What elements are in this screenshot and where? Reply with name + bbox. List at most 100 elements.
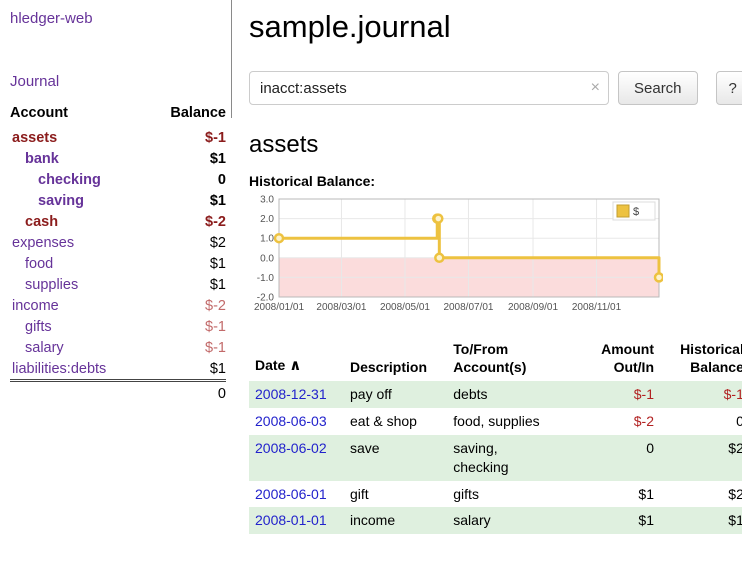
nav-journal-link[interactable]: Journal <box>10 73 226 90</box>
transaction-description: save <box>344 435 447 481</box>
account-row: salary $-1 <box>10 337 226 358</box>
x-tick-label: 2008/09/01 <box>508 302 558 313</box>
y-tick-label: 2.0 <box>260 214 274 225</box>
x-tick-label: 2008/11/01 <box>572 302 622 313</box>
main-content: sample.journal × Search ? assets Histori… <box>232 0 742 582</box>
account-row: expenses $2 <box>10 232 226 253</box>
accounts-header-row: Account Balance <box>10 102 226 127</box>
transaction-balance: $-1 <box>660 381 742 408</box>
col-date-sort[interactable]: Date ∧ <box>249 338 344 381</box>
accounts-col-balance: Balance <box>147 102 226 127</box>
account-link[interactable]: cash <box>25 214 58 230</box>
col-description: Description <box>344 338 447 381</box>
transaction-description: gift <box>344 481 447 508</box>
account-link[interactable]: bank <box>25 151 59 167</box>
account-balance: $-1 <box>147 337 226 358</box>
account-link[interactable]: gifts <box>25 319 52 335</box>
account-link[interactable]: expenses <box>12 235 74 251</box>
sidebar-divider <box>231 0 232 118</box>
transaction-amount: $-1 <box>579 381 660 408</box>
search-form: × Search ? <box>249 71 742 105</box>
transaction-amount: 0 <box>579 435 660 481</box>
account-row: checking0 <box>10 169 226 190</box>
col-date-label: Date <box>255 357 285 373</box>
legend-swatch <box>617 205 629 217</box>
accounts-col-account: Account <box>10 102 147 127</box>
accounts-total-spacer <box>10 381 147 405</box>
transaction-date-link[interactable]: 2008-01-01 <box>255 512 327 528</box>
legend-label: $ <box>633 206 639 218</box>
account-row: food $1 <box>10 253 226 274</box>
transaction-row: 2008-06-01giftgifts$1$2 <box>249 481 742 508</box>
col-accounts: To/From Account(s) <box>447 338 579 381</box>
x-tick-label: 2008/07/01 <box>443 302 493 313</box>
account-row: bank $1 <box>10 148 226 169</box>
account-link[interactable]: food <box>25 256 53 272</box>
search-input[interactable] <box>249 71 609 105</box>
chart-title: Historical Balance: <box>249 173 742 189</box>
transaction-date-link[interactable]: 2008-06-01 <box>255 486 327 502</box>
account-link[interactable]: assets <box>12 130 57 146</box>
page-title: sample.journal <box>249 9 742 45</box>
account-balance: $1 <box>147 358 226 381</box>
account-balance: $1 <box>147 148 226 169</box>
transaction-row: 2008-06-02 savesaving, checking0$2 <box>249 435 742 481</box>
search-button[interactable]: Search <box>618 71 698 105</box>
search-input-wrap: × <box>249 71 609 105</box>
account-link[interactable]: liabilities:debts <box>12 361 106 377</box>
account-balance: $2 <box>147 232 226 253</box>
account-row: supplies $1 <box>10 274 226 295</box>
account-row: assets $-1 <box>10 127 226 148</box>
account-balance: $-1 <box>147 316 226 337</box>
account-balance: $-2 <box>147 295 226 316</box>
account-balance: $1 <box>147 274 226 295</box>
transaction-row: 2008-06-03eat & shopfood, supplies$-20 <box>249 408 742 435</box>
account-row: saving $1 <box>10 190 226 211</box>
account-link[interactable]: income <box>12 298 59 314</box>
app-root: hledger-web Journal Account Balance asse… <box>0 0 742 582</box>
clear-search-icon[interactable]: × <box>591 80 600 96</box>
account-link[interactable]: checking <box>38 172 101 188</box>
transaction-balance: $2 <box>660 435 742 481</box>
transaction-balance: 0 <box>660 408 742 435</box>
account-balance: $-1 <box>147 127 226 148</box>
data-point-marker <box>434 215 442 223</box>
help-button[interactable]: ? <box>716 71 742 105</box>
transaction-row: 2008-01-01incomesalary$1$1 <box>249 507 742 534</box>
transaction-accounts: saving, checking <box>447 435 579 481</box>
account-row: liabilities:debts $1 <box>10 358 226 381</box>
transaction-amount: $-2 <box>579 408 660 435</box>
transaction-date-link[interactable]: 2008-06-03 <box>255 413 327 429</box>
account-balance: $1 <box>147 190 226 211</box>
y-tick-label: 3.0 <box>260 195 274 206</box>
y-tick-label: 0.0 <box>260 253 274 264</box>
register-header-row: Date ∧ Description To/From Account(s) Am… <box>249 338 742 381</box>
account-link[interactable]: saving <box>38 193 84 209</box>
transaction-description: income <box>344 507 447 534</box>
transaction-description: pay off <box>344 381 447 408</box>
transaction-row: 2008-12-31pay offdebts$-1$-1 <box>249 381 742 408</box>
account-row: gifts $-1 <box>10 316 226 337</box>
account-row: income $-2 <box>10 295 226 316</box>
x-tick-label: 2008/05/01 <box>380 302 430 313</box>
transaction-date-link[interactable]: 2008-06-02 <box>255 440 327 456</box>
accounts-total-row: 0 <box>10 381 226 405</box>
accounts-table: Account Balance assets$-1bank$1checking0… <box>10 102 226 405</box>
account-balance: $1 <box>147 253 226 274</box>
transaction-amount: $1 <box>579 507 660 534</box>
data-point-marker <box>435 254 443 262</box>
data-point-marker <box>275 234 283 242</box>
transaction-accounts: gifts <box>447 481 579 508</box>
historical-balance-chart: 3.02.01.00.0-1.0-2.02008/01/012008/03/01… <box>249 193 742 326</box>
account-row: cash$-2 <box>10 211 226 232</box>
account-link[interactable]: salary <box>25 340 64 356</box>
transaction-accounts: salary <box>447 507 579 534</box>
transaction-date-link[interactable]: 2008-12-31 <box>255 386 327 402</box>
transaction-balance: $2 <box>660 481 742 508</box>
transaction-balance: $1 <box>660 507 742 534</box>
y-tick-label: 1.0 <box>260 234 274 245</box>
col-balance: Historical Balance <box>660 338 742 381</box>
register-table: Date ∧ Description To/From Account(s) Am… <box>249 338 742 534</box>
brand-link[interactable]: hledger-web <box>10 10 226 27</box>
account-link[interactable]: supplies <box>25 277 78 293</box>
